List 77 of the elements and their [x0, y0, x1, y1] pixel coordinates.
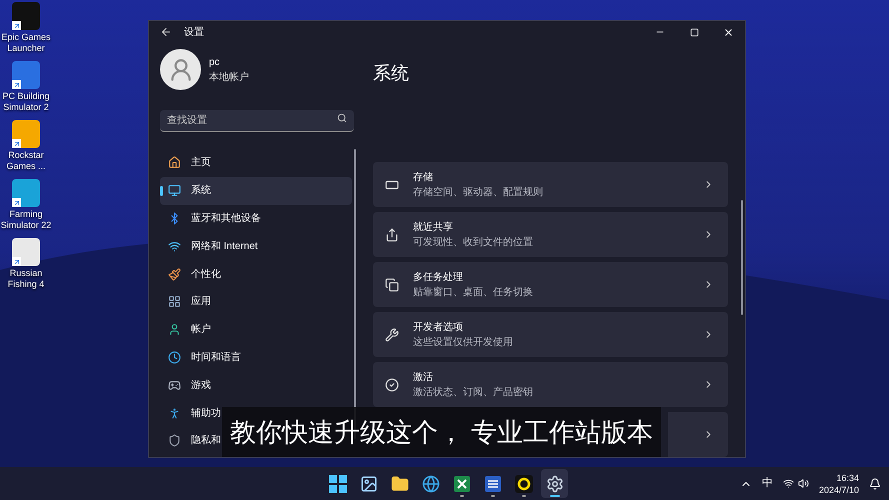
shortcut-label: PC Building Simulator 2 [1, 91, 51, 113]
maximize-icon[interactable] [690, 28, 698, 36]
windows-icon [385, 278, 399, 292]
settings-card[interactable]: 多任务处理 贴靠窗口、桌面、任务切换 [373, 262, 728, 307]
close-icon[interactable] [722, 26, 734, 38]
nav-item[interactable]: 个性化 [160, 260, 222, 288]
accessibility-icon [168, 406, 181, 420]
clock-button[interactable]: 16:34 2024/7/10 [818, 472, 859, 496]
app-shortcut-icon[interactable] [12, 2, 40, 30]
card-subtitle: 存储空间、驱动器、配置规则 [413, 186, 544, 200]
brush-icon [168, 268, 181, 281]
video-subtitle: 教你快速升级这个， 专业工作站版本 [222, 407, 662, 457]
page-title: 系统 [373, 62, 410, 85]
nav-item[interactable]: 帐户 [160, 316, 212, 344]
clock-icon [168, 350, 181, 364]
selection-indicator [160, 186, 163, 196]
shortcut-label: Epic Games Launcher [0, 32, 52, 54]
card-title: 激活 [413, 370, 434, 384]
running-indicator [550, 495, 560, 497]
folder-icon [390, 474, 408, 492]
card-subtitle: 这些设置仅供开发使用 [413, 336, 514, 350]
user-name: pc [209, 56, 221, 70]
spreadsheet-icon [452, 474, 470, 492]
notification-icon[interactable] [869, 478, 881, 490]
browser-icon [422, 474, 440, 492]
tools-icon [385, 328, 399, 342]
search-icon [337, 113, 347, 123]
back-icon[interactable] [160, 26, 172, 38]
running-indicator [490, 495, 494, 497]
nav-item[interactable]: 辅助功 [160, 399, 222, 427]
search-field[interactable]: 查找设置 [160, 110, 354, 132]
wifi-icon[interactable] [782, 478, 794, 489]
card-title: 存储 [413, 170, 434, 184]
card-title: 就近共享 [413, 220, 454, 234]
settings-card[interactable]: 开发者选项 这些设置仅供开发使用 [373, 312, 728, 357]
account-type: 本地帐户 [209, 70, 249, 84]
avatar-icon [160, 49, 201, 90]
shortcut-label: Rockstar Games ... [5, 150, 46, 172]
card-subtitle: 激活状态、订阅、产品密钥 [413, 386, 534, 400]
card-title: 多任务处理 [413, 270, 464, 284]
nav-item[interactable]: 主页 [160, 149, 212, 177]
running-indicator [522, 495, 526, 497]
input-method[interactable]: 中 [762, 475, 773, 492]
home-icon [168, 156, 181, 170]
nav-item[interactable]: 应用 [160, 288, 212, 316]
check-circle-icon [385, 378, 399, 392]
settings-card[interactable]: 激活 激活状态、订阅、产品密钥 [373, 362, 728, 407]
bluetooth-icon [168, 212, 181, 225]
document-icon [484, 474, 502, 492]
nav-item[interactable]: 隐私和 [160, 426, 222, 455]
window-title: 设置 [184, 26, 204, 40]
shortcut-label: Russian Fishing 4 [6, 268, 46, 290]
nav-item[interactable]: 系统 [160, 176, 352, 205]
settings-card[interactable]: 就近共享 可发现性、收到文件的位置 [373, 212, 728, 257]
volume-icon[interactable] [798, 478, 809, 489]
nav-item[interactable]: 网络和 Internet [160, 232, 259, 260]
nav-item[interactable]: 游戏 [160, 371, 212, 400]
apps-icon [168, 295, 181, 308]
nav-item[interactable]: 蓝牙和其他设备 [160, 204, 262, 232]
nav-item[interactable]: 时间和语言 [160, 344, 242, 372]
gamepad-icon [168, 378, 181, 392]
settings-card[interactable]: 存储 存储空间、驱动器、配置规则 [373, 162, 728, 207]
person-icon [168, 323, 181, 336]
photo-icon [360, 474, 378, 492]
taskbar-app-button[interactable] [541, 469, 568, 498]
settings-icon [546, 474, 564, 492]
share-icon [385, 228, 399, 242]
card-title: 开发者选项 [413, 320, 464, 334]
shield-icon [168, 434, 181, 448]
monitor-icon [168, 184, 181, 198]
sync-app-icon [514, 474, 532, 492]
start-icon [328, 474, 346, 492]
scrollbar[interactable] [741, 200, 743, 315]
card-subtitle: 可发现性、收到文件的位置 [413, 236, 534, 250]
running-indicator [460, 495, 464, 497]
card-subtitle: 贴靠窗口、桌面、任务切换 [413, 286, 534, 300]
shortcut-label: Farming Simulator 22 [0, 209, 52, 231]
